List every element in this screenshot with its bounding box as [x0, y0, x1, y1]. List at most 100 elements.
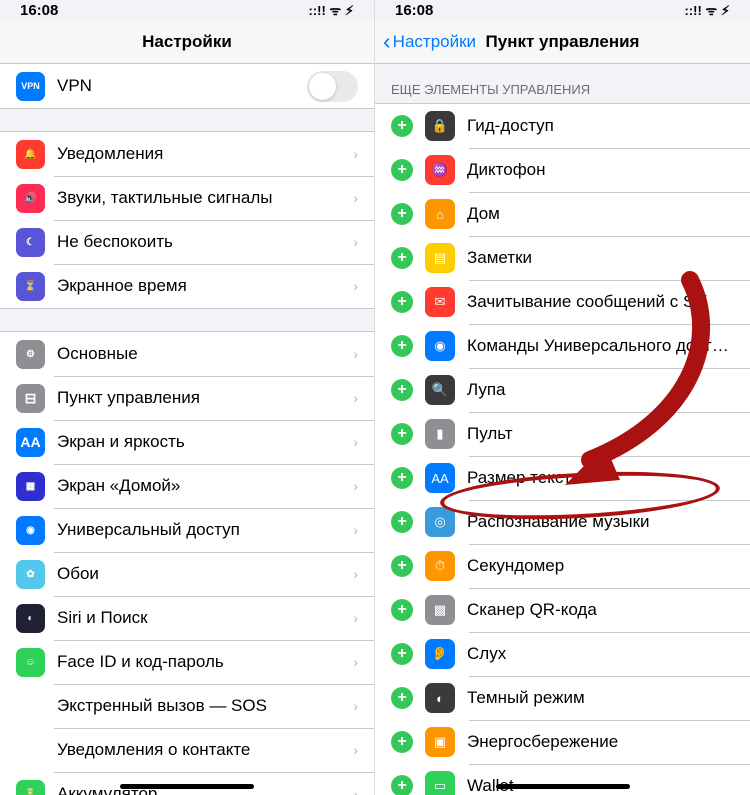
row-label: Не беспокоить — [57, 232, 353, 252]
settings-row[interactable]: SOSЭкстренный вызов — SOS› — [0, 684, 374, 728]
row-icon: ▭ — [425, 771, 455, 795]
chevron-right-icon: › — [353, 146, 358, 162]
row-icon: ◎ — [425, 507, 455, 537]
add-button[interactable]: + — [391, 687, 413, 709]
control-row[interactable]: +▭Wallet — [375, 764, 750, 795]
row-label: Диктофон — [467, 160, 734, 180]
settings-row[interactable]: ☺Face ID и код-пароль› — [0, 640, 374, 684]
row-label: Экранное время — [57, 276, 353, 296]
control-row[interactable]: +✉Зачитывание сообщений с Siri — [375, 280, 750, 324]
row-vpn[interactable]: VPN VPN — [0, 64, 374, 108]
add-button[interactable]: + — [391, 379, 413, 401]
add-button[interactable]: + — [391, 511, 413, 533]
control-row[interactable]: +▣Энергосбережение — [375, 720, 750, 764]
settings-row[interactable]: ◉Универсальный доступ› — [0, 508, 374, 552]
control-row[interactable]: +AAРазмер текста — [375, 456, 750, 500]
settings-list[interactable]: VPN VPN 🔔Уведомления›🔊Звуки, тактильные … — [0, 64, 374, 795]
row-label: Пульт — [467, 424, 734, 444]
status-icons: ::!! ᯤ ⚡︎ — [684, 1, 730, 19]
settings-row[interactable]: 🔔 Уведомления› — [0, 132, 374, 176]
status-icons: ::!! ᯤ ⚡︎ — [308, 1, 354, 19]
control-row[interactable]: +♒Диктофон — [375, 148, 750, 192]
row-label: Сканер QR-кода — [467, 600, 734, 620]
row-icon: ◉ — [16, 516, 45, 545]
row-label: Уведомления о контакте — [57, 740, 353, 760]
settings-row[interactable]: AAЭкран и яркость› — [0, 420, 374, 464]
status-time: 16:08 — [20, 2, 58, 19]
chevron-right-icon: › — [353, 742, 358, 758]
vpn-toggle[interactable] — [307, 71, 358, 102]
settings-row[interactable]: 🔊Звуки, тактильные сигналы› — [0, 176, 374, 220]
settings-row[interactable]: ▦Экран «Домой»› — [0, 464, 374, 508]
control-row[interactable]: +🔒Гид-доступ — [375, 104, 750, 148]
row-icon: 👂 — [425, 639, 455, 669]
chevron-right-icon: › — [353, 698, 358, 714]
row-label: Экран «Домой» — [57, 476, 353, 496]
settings-row[interactable]: ⏳Экранное время› — [0, 264, 374, 308]
add-button[interactable]: + — [391, 467, 413, 489]
row-icon: 🔍 — [425, 375, 455, 405]
row-label: Основные — [57, 344, 353, 364]
add-button[interactable]: + — [391, 203, 413, 225]
control-center-screen: 16:08 ::!! ᯤ ⚡︎ ‹Настройки Пункт управле… — [375, 0, 750, 795]
control-row[interactable]: +👂Слух — [375, 632, 750, 676]
control-row[interactable]: +▤Заметки — [375, 236, 750, 280]
row-label: Лупа — [467, 380, 734, 400]
row-icon: ◐ — [425, 683, 455, 713]
add-button[interactable]: + — [391, 731, 413, 753]
row-label: Размер текста — [467, 468, 734, 488]
settings-row[interactable]: ◐Siri и Поиск› — [0, 596, 374, 640]
row-icon: ✉ — [425, 287, 455, 317]
control-row[interactable]: + ⏱ Секундомер — [375, 544, 750, 588]
control-row[interactable]: +▮Пульт — [375, 412, 750, 456]
settings-row[interactable]: ☾Не беспокоить› — [0, 220, 374, 264]
settings-row[interactable]: ✿Обои› — [0, 552, 374, 596]
add-button[interactable]: + — [391, 775, 413, 795]
add-button[interactable]: + — [391, 247, 413, 269]
status-time: 16:08 — [395, 2, 433, 19]
control-row[interactable]: +◉Команды Универсального доступа — [375, 324, 750, 368]
chevron-right-icon: › — [353, 278, 358, 294]
add-button[interactable]: + — [391, 291, 413, 313]
vpn-label: VPN — [57, 76, 307, 96]
row-label: Уведомления — [57, 144, 353, 164]
back-label: Настройки — [393, 32, 476, 52]
control-row[interactable]: +◎Распознавание музыки — [375, 500, 750, 544]
row-icon: ⚙︎ — [16, 340, 45, 369]
control-row[interactable]: +◐Темный режим — [375, 676, 750, 720]
add-button[interactable]: + — [391, 115, 413, 137]
home-indicator[interactable] — [120, 784, 254, 789]
add-button[interactable]: + — [391, 599, 413, 621]
row-label: Универсальный доступ — [57, 520, 353, 540]
control-row[interactable]: +▩Сканер QR-кода — [375, 588, 750, 632]
row-icon: AA — [16, 428, 45, 457]
add-button[interactable]: + — [391, 423, 413, 445]
control-row[interactable]: + 🔍 Лупа — [375, 368, 750, 412]
row-icon: ▣ — [425, 727, 455, 757]
row-label: Гид-доступ — [467, 116, 734, 136]
row-label: Face ID и код-пароль — [57, 652, 353, 672]
row-label: Обои — [57, 564, 353, 584]
settings-row[interactable]: ☀Уведомления о контакте› — [0, 728, 374, 772]
row-icon: ☺ — [16, 648, 45, 677]
control-row[interactable]: +⌂Дом — [375, 192, 750, 236]
add-button[interactable]: + — [391, 555, 413, 577]
settings-row[interactable]: ⚙︎Основные› — [0, 332, 374, 376]
row-icon: ⏱ — [425, 551, 455, 581]
row-label: Пункт управления — [57, 388, 353, 408]
more-controls-list[interactable]: Еще элементы управления +🔒Гид-доступ+♒Ди… — [375, 64, 750, 795]
settings-row[interactable]: ⊟Пункт управления› — [0, 376, 374, 420]
row-icon: ◐ — [16, 604, 45, 633]
row-icon: ⊟ — [16, 384, 45, 413]
back-button[interactable]: ‹Настройки — [383, 30, 476, 53]
row-icon: 🔔 — [16, 140, 45, 169]
nav-bar: Настройки — [0, 20, 374, 64]
home-indicator[interactable] — [496, 784, 630, 789]
add-button[interactable]: + — [391, 159, 413, 181]
row-label: Звуки, тактильные сигналы — [57, 188, 353, 208]
chevron-right-icon: › — [353, 610, 358, 626]
row-label: Секундомер — [467, 556, 734, 576]
row-label: Экстренный вызов — SOS — [57, 696, 353, 716]
add-button[interactable]: + — [391, 643, 413, 665]
add-button[interactable]: + — [391, 335, 413, 357]
